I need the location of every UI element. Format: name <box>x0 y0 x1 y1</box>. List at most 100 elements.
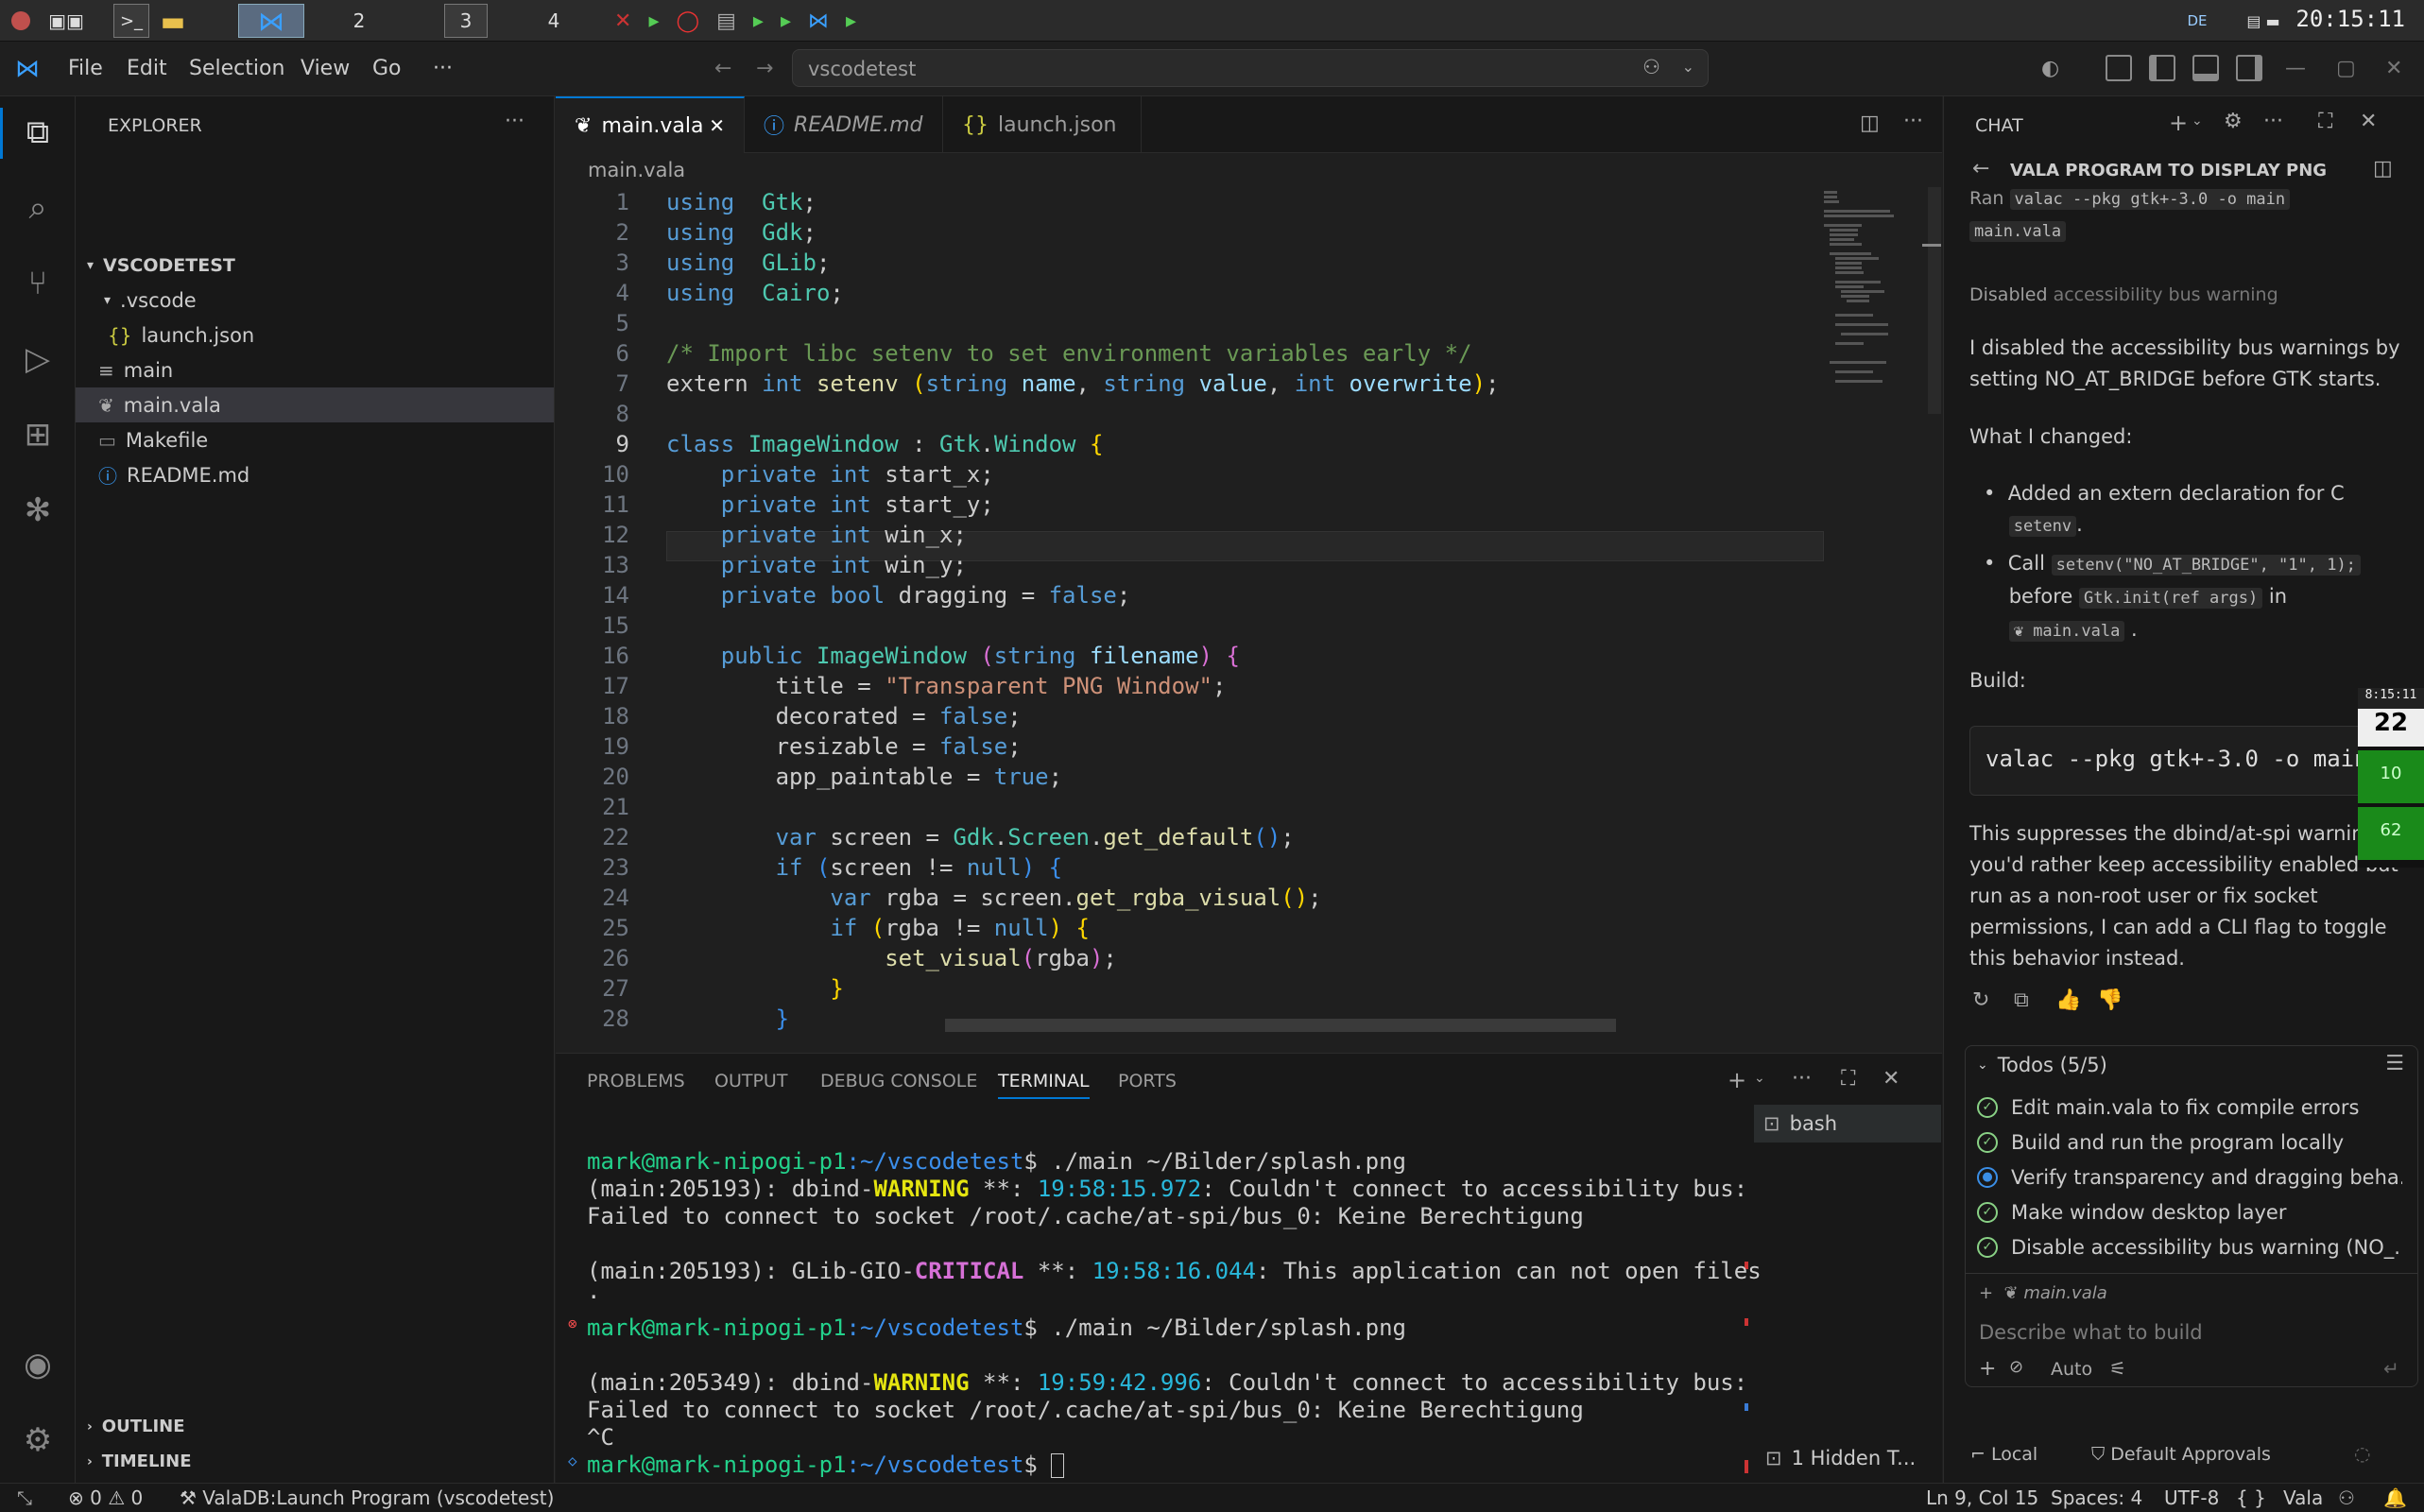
copilot-icon[interactable]: ⚇ <box>1642 56 1660 78</box>
vscode-icon[interactable]: ⋈ <box>808 9 829 33</box>
toggle-sidebar-icon[interactable] <box>2149 55 2175 81</box>
extensions-icon[interactable]: ⊞ <box>15 412 60 457</box>
todos-header[interactable]: ⌄ Todos (5/5) <box>1977 1054 2107 1076</box>
back-arrow-icon[interactable]: ← <box>714 57 731 80</box>
thumbs-down-icon[interactable]: 👎 <box>2097 988 2123 1012</box>
tree-item-vscode-folder[interactable]: ▾ .vscode <box>76 283 554 318</box>
chat-input-box[interactable]: + ❦ main.vala Describe what to build + ⊘… <box>1966 1273 2417 1386</box>
tree-item-readme[interactable]: ⓘ README.md <box>76 457 554 492</box>
menu-go[interactable]: Go <box>372 57 402 80</box>
copilot-status-icon[interactable]: ◐ <box>2041 57 2059 80</box>
todo-item[interactable]: ✓ Disable accessibility bus warning (NO_.… <box>1977 1229 2402 1264</box>
tab-launch-json[interactable]: {} launch.json <box>943 96 1142 153</box>
task-icons[interactable]: ✕ ▸ ◯ ▤ ▸ ▸ ⋈ ▸ <box>614 4 926 38</box>
retry-icon[interactable]: ↻ <box>1972 988 1989 1012</box>
terminal-list-item-bash[interactable]: ⊡ bash <box>1754 1105 1941 1143</box>
toggle-panel-icon[interactable] <box>2192 55 2219 81</box>
forward-arrow-icon[interactable]: → <box>756 57 773 80</box>
close-chat-icon[interactable]: ✕ <box>2360 110 2377 133</box>
close-panel-icon[interactable]: ✕ <box>1882 1067 1900 1091</box>
extension-logo-icon[interactable]: ✻ <box>15 488 60 533</box>
workspace-root[interactable]: ▾ VSCODETEST <box>76 248 554 283</box>
breadcrumb[interactable]: main.vala <box>588 159 685 181</box>
clock[interactable]: 20:15:11 <box>2295 6 2405 32</box>
tree-item-main-vala[interactable]: ❦ main.vala <box>76 387 554 422</box>
sidebar-toggle-icon[interactable]: ◫ <box>2373 157 2393 180</box>
todo-item[interactable]: ✓ Build and run the program locally <box>1977 1125 2402 1160</box>
files-icon[interactable]: ▬ <box>155 4 191 38</box>
tray-apps-icon[interactable]: ▣▣ <box>38 4 95 38</box>
menu-more[interactable]: ··· <box>433 57 453 80</box>
chat-input-placeholder[interactable]: Describe what to build <box>1979 1321 2203 1344</box>
app-icon[interactable]: ▸ <box>846 9 856 33</box>
x-app-icon[interactable]: ✕ <box>614 9 631 33</box>
tab-main-vala[interactable]: ❦ main.vala ✕ <box>556 96 745 153</box>
copy-icon[interactable]: ⧉ <box>2014 988 2029 1012</box>
chevron-down-icon[interactable]: ⌄ <box>2192 113 2203 129</box>
language-mode[interactable]: Vala <box>2283 1486 2323 1509</box>
settings-gear-icon[interactable]: ⚙ <box>15 1418 60 1463</box>
thumbs-up-icon[interactable]: 👍 <box>2055 988 2081 1012</box>
tree-item-main[interactable]: ≡ main <box>76 352 554 387</box>
todo-item[interactable]: ✓ Edit main.vala to fix compile errors <box>1977 1090 2402 1125</box>
menu-edit[interactable]: Edit <box>127 57 167 80</box>
vertical-scrollbar[interactable] <box>1928 187 1941 414</box>
horizontal-scrollbar[interactable] <box>945 1019 1616 1032</box>
opera-icon[interactable]: ◯ <box>676 9 699 33</box>
tools-icon[interactable]: ⊘ <box>2009 1357 2023 1377</box>
vscode-task-icon[interactable]: ⋈ <box>238 4 304 38</box>
encoding[interactable]: UTF-8 <box>2164 1486 2219 1509</box>
attach-icon[interactable]: + <box>1979 1357 1996 1381</box>
menu-view[interactable]: View <box>301 57 350 80</box>
todo-item[interactable]: ● Verify transparency and dragging beha..… <box>1977 1160 2402 1194</box>
approvals-button[interactable]: ⛉ Default Approvals <box>2091 1444 2271 1465</box>
configure-icon[interactable]: ⚟ <box>2109 1357 2126 1380</box>
command-center[interactable]: vscodetest ⚇ ⌄ <box>792 49 1709 87</box>
file-reference[interactable]: ❦ main.vala <box>2008 621 2125 642</box>
send-icon[interactable]: ↵ <box>2383 1357 2399 1380</box>
menu-selection[interactable]: Selection <box>189 57 284 80</box>
more-actions-icon[interactable]: ··· <box>505 110 524 133</box>
local-button[interactable]: ⌐ Local <box>1970 1444 2037 1465</box>
timeline-section[interactable]: › TIMELINE <box>76 1444 554 1479</box>
copilot-icon[interactable]: ⚇ <box>2338 1486 2355 1509</box>
todo-item[interactable]: ✓ Make window desktop layer <box>1977 1194 2402 1229</box>
app-icon[interactable]: ▤ <box>716 9 736 33</box>
settings-gear-icon[interactable]: ⚙ <box>2224 110 2243 133</box>
maximize-icon[interactable]: ▢ <box>2336 57 2356 80</box>
toggle-secondary-sidebar-icon[interactable] <box>2236 55 2262 81</box>
customize-layout-icon[interactable] <box>2106 55 2132 81</box>
launch-status[interactable]: ⚒ ValaDB:Launch Program (vscodetest) <box>180 1486 554 1509</box>
clear-todos-icon[interactable]: ☰ <box>2385 1052 2404 1075</box>
outline-section[interactable]: › OUTLINE <box>76 1409 554 1444</box>
workspace-2[interactable]: 2 <box>331 4 387 38</box>
build-code-block[interactable]: valac --pkg gtk+-3.0 -o main <box>1969 726 2424 796</box>
tab-ports[interactable]: PORTS <box>1118 1071 1177 1091</box>
app-icon[interactable]: ▸ <box>648 9 659 33</box>
close-window-icon[interactable]: ✕ <box>2385 57 2402 80</box>
more-actions-icon[interactable]: ··· <box>1903 110 1923 133</box>
hidden-terminals[interactable]: ⊡ 1 Hidden T... <box>1765 1447 1916 1469</box>
new-chat-icon[interactable]: + <box>2169 110 2188 136</box>
notifications-icon[interactable]: 🔔 <box>2383 1486 2407 1509</box>
new-terminal-icon[interactable]: + <box>1728 1067 1746 1093</box>
tab-problems[interactable]: PROBLEMS <box>587 1071 685 1091</box>
tray-icons[interactable]: ▤ ▬ <box>2230 4 2296 38</box>
tree-item-makefile[interactable]: ▭ Makefile <box>76 422 554 457</box>
explorer-icon[interactable]: ⧉ <box>15 110 60 155</box>
remote-icon[interactable]: ⤡ <box>17 1486 32 1509</box>
back-arrow-icon[interactable]: ← <box>1972 157 1989 180</box>
workspace-4[interactable]: 4 <box>525 4 582 38</box>
workspace-3[interactable]: 3 <box>444 4 488 38</box>
tab-readme[interactable]: ⓘ README.md <box>745 96 943 153</box>
menu-file[interactable]: File <box>68 57 103 80</box>
split-editor-icon[interactable]: ◫ <box>1860 112 1880 135</box>
cursor-position[interactable]: Ln 9, Col 15 <box>1926 1486 2038 1509</box>
maximize-chat-icon[interactable]: ⛶ <box>2318 110 2332 133</box>
minimap[interactable] <box>1824 187 1928 414</box>
tab-output[interactable]: OUTPUT <box>714 1071 787 1091</box>
app-icon[interactable]: ▸ <box>753 9 764 33</box>
terminal-line[interactable]: ◇ mark@mark-nipogi-p1:~/vscodetest$ <box>568 1452 1065 1478</box>
more-actions-icon[interactable]: ··· <box>1792 1067 1812 1091</box>
search-icon[interactable]: ⌕ <box>15 185 60 231</box>
